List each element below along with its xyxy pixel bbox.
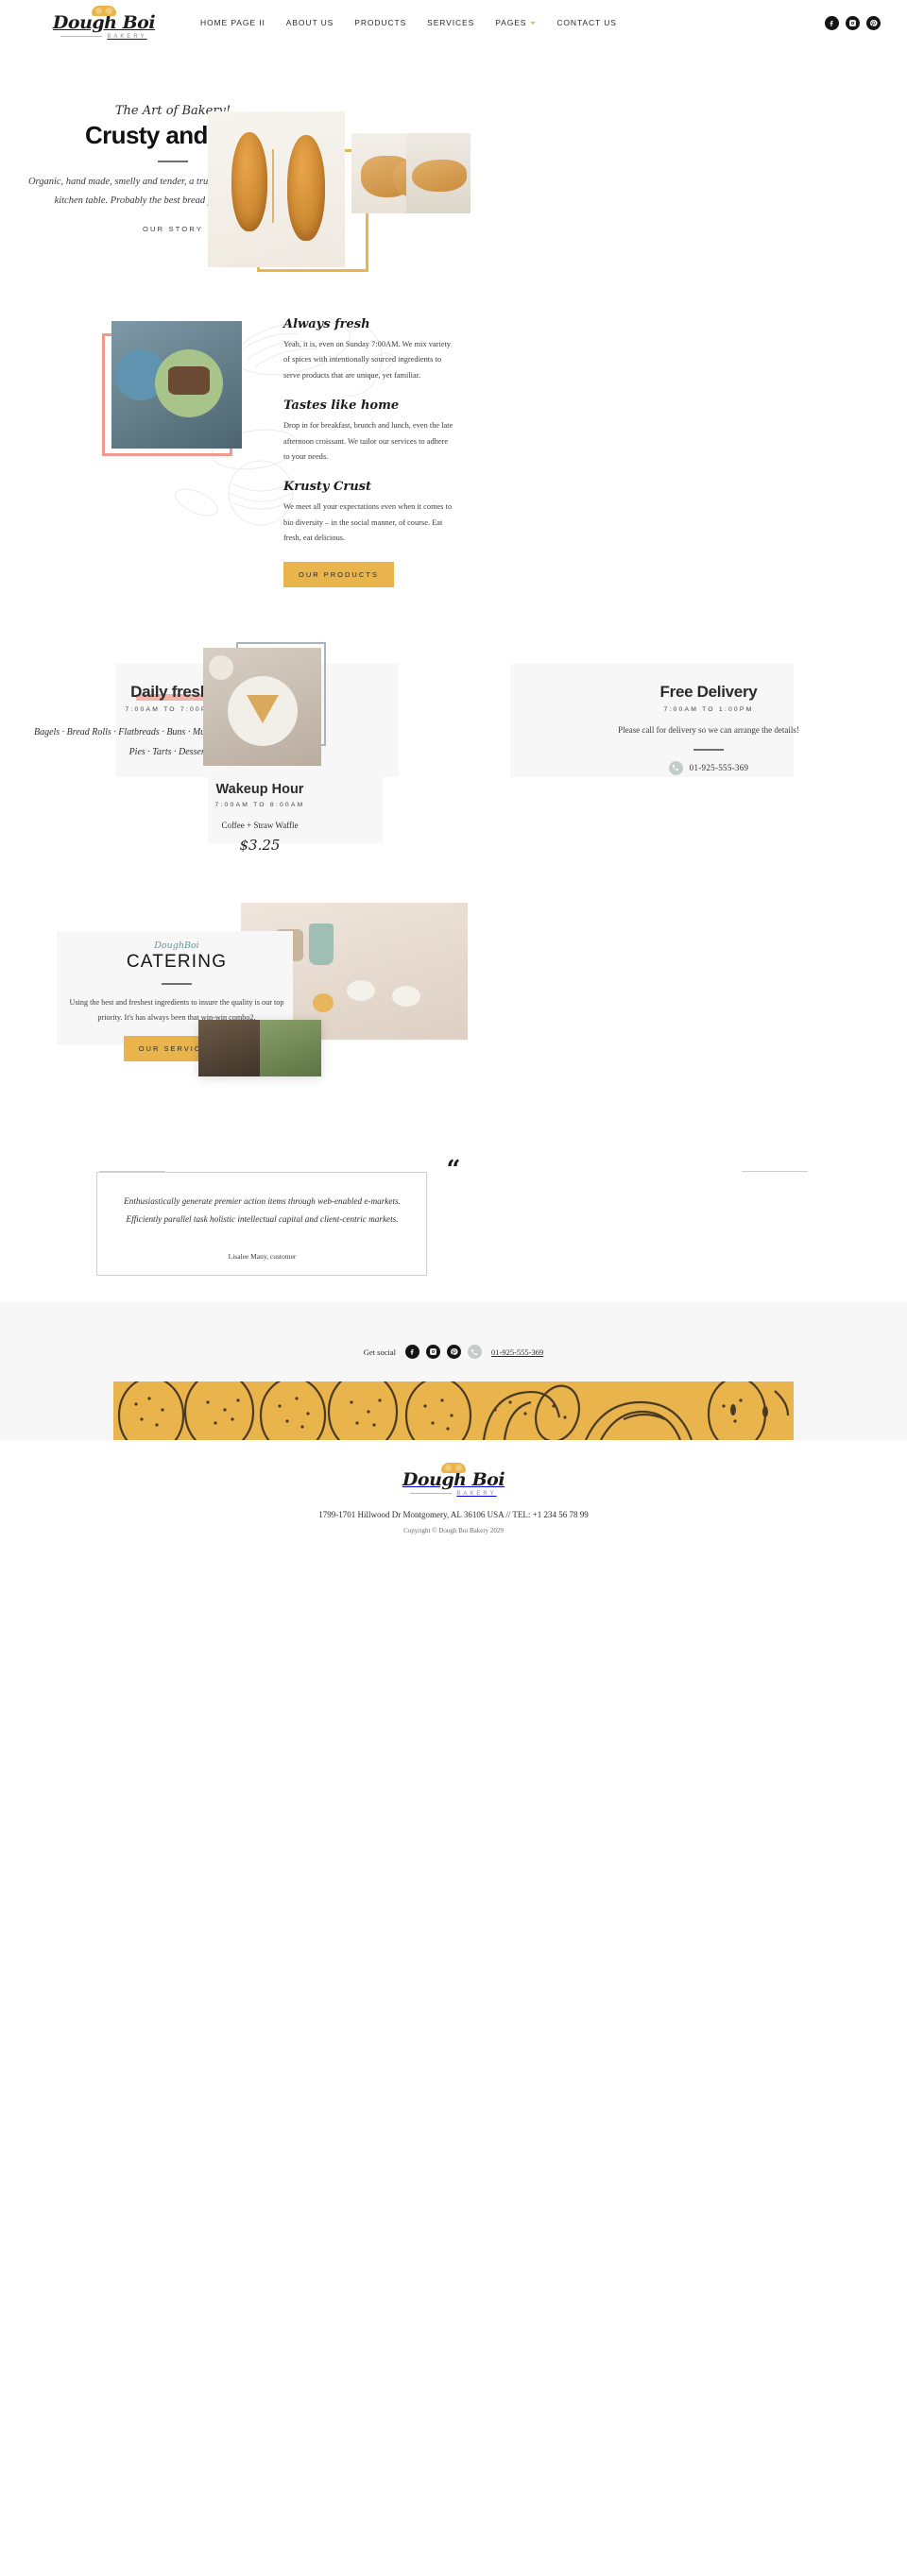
nav-item-home-page-ii[interactable]: HOME PAGE II	[200, 18, 265, 27]
nav-label: HOME PAGE II	[200, 18, 265, 27]
chevron-down-icon	[530, 21, 537, 25]
features-section: Always fresh Yeah, it is, even on Sunday…	[0, 300, 907, 640]
feature-heading-krusty-crust: Krusty Crust	[283, 480, 371, 495]
nav-label: PRODUCTS	[354, 18, 407, 27]
free-delivery-title: Free Delivery	[659, 683, 758, 701]
get-social-label: Get social	[363, 1347, 396, 1357]
nav-label: PAGES	[495, 18, 527, 27]
nav-item-about-us[interactable]: ABOUT US	[286, 18, 334, 27]
nav-label: CONTACT US	[556, 18, 617, 27]
food-shape	[168, 366, 210, 395]
testimonial-section: “ Enthusiastically generate premier acti…	[0, 1150, 907, 1301]
phone-icon	[467, 1345, 482, 1359]
bread-pattern-band	[113, 1381, 794, 1440]
catering-divider	[162, 983, 192, 985]
hero-divider	[158, 161, 188, 162]
hero-section: The Art of Bakery! Crusty and chic Organ…	[0, 45, 907, 300]
nav-item-contact-us[interactable]: CONTACT US	[556, 18, 616, 27]
nav-item-products[interactable]: PRODUCTS	[354, 18, 406, 27]
feature-heading-tastes-like-home: Tastes like home	[283, 398, 400, 414]
bread-loaf-icon	[440, 1463, 466, 1473]
pinterest-icon[interactable]	[446, 1345, 461, 1359]
instagram-icon[interactable]	[846, 15, 860, 30]
footer-social-row: Get social 01-925-555-369	[0, 1345, 907, 1359]
juice-glass-shape	[313, 993, 334, 1012]
gallery-image[interactable]	[198, 1020, 260, 1076]
facebook-icon[interactable]	[825, 15, 839, 30]
phone-icon	[668, 760, 683, 775]
bread-loaf-shape	[231, 132, 267, 231]
cup-shape	[209, 655, 233, 680]
footer-logo-subtitle-row: BAKERY	[410, 1491, 496, 1497]
catering-script-label: DoughBoi	[154, 941, 199, 951]
footer-logo-wordmark: Dough Boi	[402, 1469, 505, 1490]
daily-fresh-title: Daily fresh	[130, 683, 223, 701]
feature-body-krusty-crust: We meet all your expectations even when …	[283, 502, 453, 543]
catering-section: DoughBoi CATERING Using the best and fre…	[0, 876, 907, 1150]
footer-logo-subtitle: BAKERY	[456, 1490, 497, 1497]
footer-copyright: Copyright © Dough Boi Bakery 2029	[403, 1526, 504, 1534]
our-products-button[interactable]: OUR PRODUCTS	[283, 561, 394, 587]
free-delivery-phone: 01-925-555-369	[689, 763, 749, 773]
instagram-icon[interactable]	[425, 1345, 440, 1359]
free-delivery-phone-row[interactable]: 01-925-555-369	[567, 760, 850, 775]
logo-subtitle: BAKERY	[107, 33, 147, 40]
header-social-links	[825, 15, 881, 30]
wakeup-waffle-image	[203, 648, 321, 766]
catering-title: CATERING	[126, 952, 228, 972]
nav-item-services[interactable]: SERVICES	[427, 18, 474, 27]
site-logo[interactable]: Dough Boi BAKERY	[47, 6, 161, 40]
croissant-shape	[412, 160, 467, 192]
feature-heading-always-fresh: Always fresh	[283, 317, 370, 331]
bread-loaf-shape	[287, 135, 325, 241]
footer-bottom: Dough Boi BAKERY 1799-1701 Hillwood Dr M…	[0, 1440, 907, 1559]
wakeup-hour-title: Wakeup Hour	[215, 782, 304, 797]
footer-address: 1799-1701 Hillwood Dr Montgomery, AL 361…	[318, 1509, 589, 1519]
wakeup-hour-block: Wakeup Hour 7:00AM TO 8:00AM Coffee + St…	[170, 782, 350, 854]
hero-croissant-image	[406, 133, 471, 213]
testimonial-author: Lisalee Many, customer	[228, 1252, 297, 1261]
free-delivery-hours: 7:00AM TO 1:00PM	[663, 706, 754, 713]
our-story-button[interactable]: OUR STORY	[143, 225, 203, 233]
hero-bread-image	[208, 111, 345, 267]
gallery-image[interactable]	[260, 1020, 321, 1076]
free-delivery-divider	[693, 748, 724, 751]
footer-logo-divider	[410, 1493, 453, 1495]
nav-label: ABOUT US	[285, 18, 334, 27]
testimonial-text: Enthusiastically generate premier action…	[124, 1196, 401, 1225]
footer-top: Get social 01-925-555-369	[0, 1301, 907, 1440]
free-delivery-note: Please call for delivery so we can arran…	[618, 725, 799, 735]
menu-strip-section: Daily fresh 7:00AM TO 7:00PM Bagels · Br…	[0, 640, 907, 876]
logo-subtitle-row: BAKERY	[60, 34, 146, 40]
bowl-shape	[392, 986, 420, 1007]
pitcher-shape	[309, 924, 334, 965]
wakeup-hour-combo: Coffee + Straw Waffle	[221, 821, 299, 830]
feature-list: Always fresh Yeah, it is, even on Sunday…	[283, 317, 454, 587]
feature-body-always-fresh: Yeah, it is, even on Sunday 7:00AM. We m…	[283, 340, 451, 380]
pinterest-icon[interactable]	[866, 15, 881, 30]
facebook-icon[interactable]	[404, 1345, 419, 1359]
nav-item-pages[interactable]: PAGES	[495, 18, 537, 27]
site-header: Dough Boi BAKERY HOME PAGE II ABOUT US P…	[0, 0, 907, 45]
feature-food-image	[111, 321, 242, 449]
bowl-shape	[347, 980, 375, 1001]
wakeup-hour-hours: 7:00AM TO 8:00AM	[214, 802, 305, 808]
catering-gallery	[198, 1020, 321, 1076]
wakeup-hour-price: $3.25	[239, 837, 281, 854]
feature-body-tastes-like-home: Drop in for breakfast, brunch and lunch,…	[283, 421, 454, 461]
quote-icon: “	[0, 1158, 907, 1182]
bread-pattern-illustration	[117, 1381, 790, 1440]
logo-divider	[60, 36, 103, 38]
footer-logo[interactable]: Dough Boi BAKERY	[402, 1463, 505, 1497]
logo-wordmark: Dough Boi	[52, 12, 156, 34]
wheat-stalk-shape	[272, 149, 274, 223]
footer-phone[interactable]: 01-925-555-369	[491, 1347, 543, 1357]
nav-label: SERVICES	[427, 18, 475, 27]
main-navigation: HOME PAGE II ABOUT US PRODUCTS SERVICES …	[200, 18, 617, 27]
free-delivery-block: Free Delivery 7:00AM TO 1:00PM Please ca…	[567, 683, 850, 775]
bread-loaf-icon	[92, 6, 116, 17]
